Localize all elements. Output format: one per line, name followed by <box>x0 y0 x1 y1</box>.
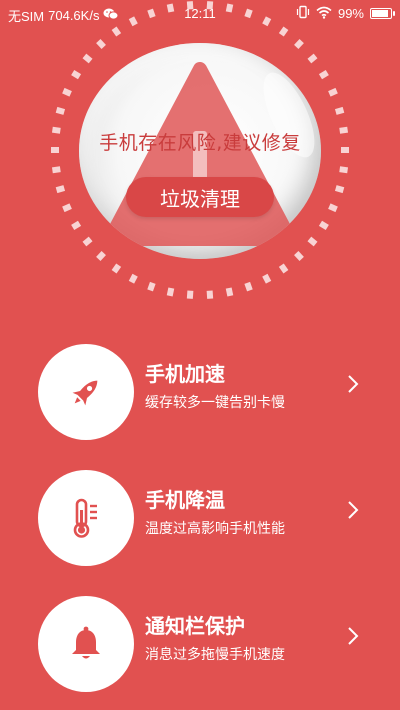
chevron-right-icon <box>348 375 359 393</box>
ring-dash <box>278 26 289 37</box>
ring-dash <box>51 126 61 134</box>
ring-dash <box>328 87 338 97</box>
ring-dash <box>55 106 66 115</box>
ring-dash <box>128 16 138 27</box>
menu-title: 通知栏保护 <box>145 614 245 638</box>
ring-dash <box>51 166 61 174</box>
ring-dash <box>244 8 253 19</box>
ring-dash <box>225 287 234 297</box>
menu-subtitle: 缓存较多一键告别卡慢 <box>145 395 285 411</box>
ring-dash <box>62 203 72 213</box>
ring-dash <box>262 16 272 27</box>
ring-dash <box>111 26 122 37</box>
menu-item-speed-up[interactable]: 手机加速 缓存较多一键告别卡慢 <box>0 344 400 444</box>
ring-dash <box>62 87 72 97</box>
scan-hero: 手机存在风险,建议修复 垃圾清理 <box>0 0 400 320</box>
rocket-icon-circle <box>38 344 134 440</box>
ring-dash <box>244 281 253 292</box>
menu-item-cool-down[interactable]: 手机降温 温度过高影响手机性能 <box>0 470 400 570</box>
ring-dash <box>128 273 138 284</box>
status-bubble: 手机存在风险,建议修复 垃圾清理 <box>79 43 321 259</box>
chevron-right-icon <box>348 501 359 519</box>
ring-dash <box>334 106 345 115</box>
ring-dash <box>206 1 214 10</box>
rocket-icon <box>72 380 98 406</box>
bell-icon <box>72 626 100 659</box>
menu-item-notification-protect[interactable]: 通知栏保护 消息过多拖慢手机速度 <box>0 596 400 696</box>
ring-dash <box>339 126 349 134</box>
ring-dash <box>206 290 214 299</box>
ring-dash <box>166 3 175 13</box>
ring-dash <box>111 263 122 274</box>
menu-title: 手机加速 <box>145 362 225 386</box>
ring-dash <box>278 263 289 274</box>
ring-dash <box>334 185 345 194</box>
menu-subtitle: 消息过多拖慢手机速度 <box>145 647 285 663</box>
ring-dash <box>328 203 338 213</box>
ring-dash <box>186 290 194 299</box>
ring-dash <box>55 185 66 194</box>
ring-dash <box>147 281 156 292</box>
ring-dash <box>262 273 272 284</box>
risk-message: 手机存在风险,建议修复 <box>99 132 301 154</box>
ring-dash <box>166 287 175 297</box>
ring-dash <box>339 166 349 174</box>
thermometer-icon <box>73 498 97 538</box>
ring-dash <box>225 3 234 13</box>
chevron-right-icon <box>348 627 359 645</box>
menu-title: 手机降温 <box>145 488 225 512</box>
ring-dash <box>147 8 156 19</box>
junk-clean-button[interactable]: 垃圾清理 <box>126 177 274 217</box>
ring-dash <box>318 220 329 230</box>
ring-dash <box>186 1 194 10</box>
ring-dash <box>318 70 329 80</box>
bell-icon-circle <box>38 596 134 692</box>
thermometer-icon-circle <box>38 470 134 566</box>
menu-subtitle: 温度过高影响手机性能 <box>145 521 285 537</box>
